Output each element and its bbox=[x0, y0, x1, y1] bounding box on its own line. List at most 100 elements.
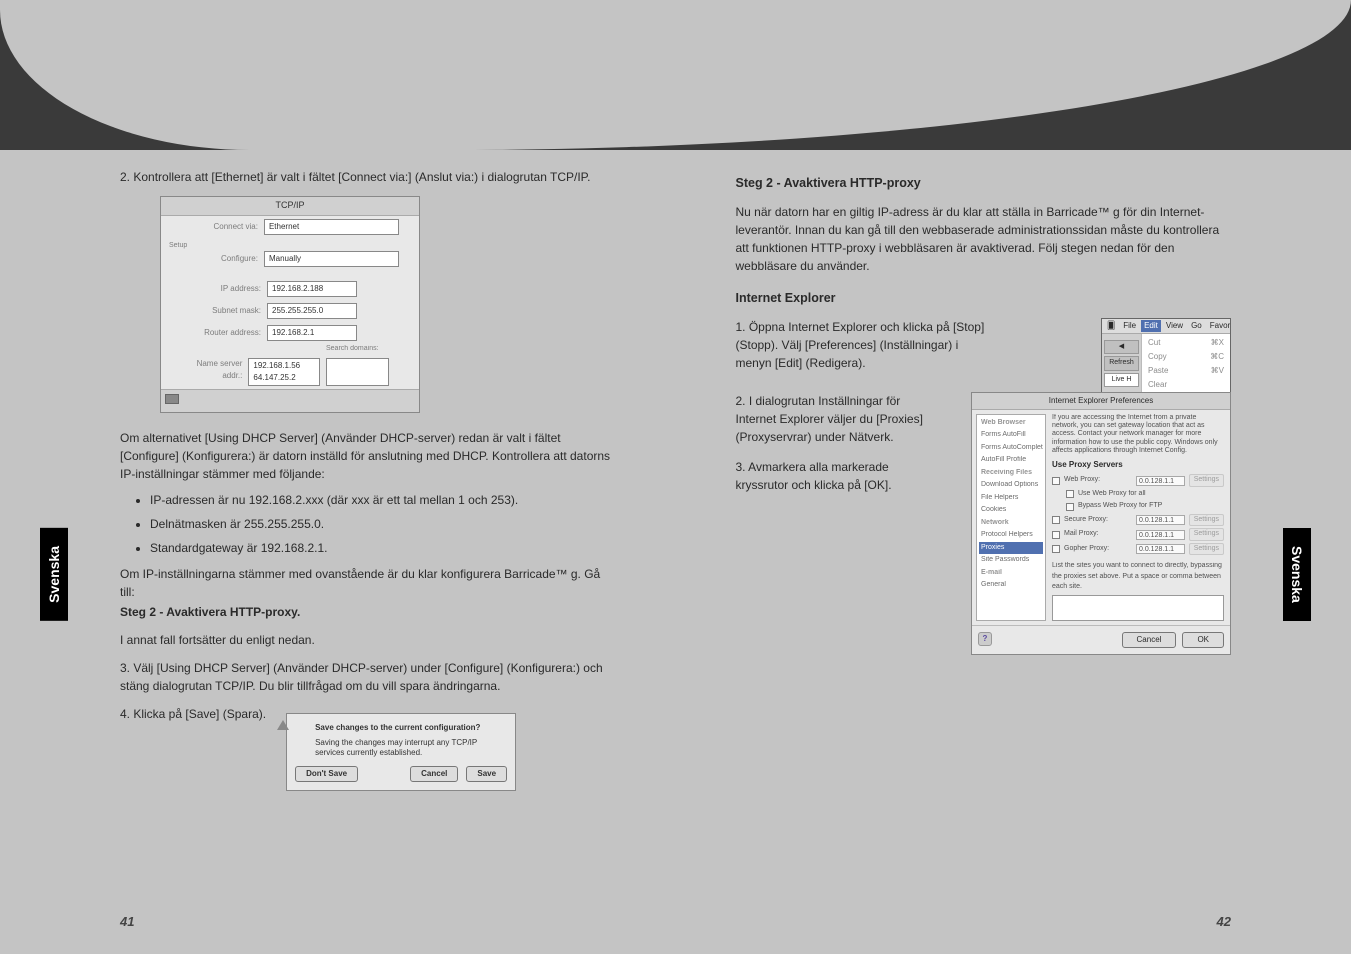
prefs-nav-item[interactable]: File Helpers bbox=[979, 492, 1043, 505]
gopher-proxy-label: Gopher Proxy: bbox=[1064, 544, 1132, 555]
checkbox-web-proxy[interactable] bbox=[1052, 477, 1060, 485]
mail-proxy-settings-button[interactable]: Settings bbox=[1189, 528, 1224, 541]
prefs-nav-item[interactable]: Cookies bbox=[979, 504, 1043, 517]
prefs-nav-item[interactable]: Protocol Helpers bbox=[979, 529, 1043, 542]
language-tab-left: Svenska bbox=[40, 528, 68, 621]
apple-icon: 🂠 bbox=[1104, 320, 1118, 332]
menubar: 🂠 File Edit View Go Favor bbox=[1102, 319, 1230, 334]
right-step-3: 3. Avmarkera alla markerade kryssrutor o… bbox=[736, 458, 936, 494]
page-number-right: 42 bbox=[1217, 914, 1231, 929]
prefs-nav-item[interactable]: Forms AutoFill bbox=[979, 429, 1043, 442]
menu-clear[interactable]: Clear bbox=[1144, 378, 1228, 392]
prefs-nav-item[interactable]: General bbox=[979, 579, 1043, 592]
subnet-mask-value[interactable]: 255.255.255.0 bbox=[267, 303, 357, 319]
left-step-2: 2. Kontrollera att [Ethernet] är valt i … bbox=[120, 168, 616, 186]
menu-file[interactable]: File bbox=[1120, 320, 1139, 332]
web-proxy-field[interactable]: 0.0.128.1.1 bbox=[1136, 476, 1185, 486]
save-dialog-desc: Saving the changes may interrupt any TCP… bbox=[295, 738, 507, 759]
url-field[interactable]: Live H bbox=[1104, 373, 1139, 388]
secure-proxy-label: Secure Proxy: bbox=[1064, 515, 1132, 526]
configure-label: Configure: bbox=[181, 253, 258, 265]
menu-copy[interactable]: Copy⌘C bbox=[1144, 350, 1228, 364]
save-dialog-heading: Save changes to the current configuratio… bbox=[295, 722, 507, 734]
menu-favor[interactable]: Favor bbox=[1207, 320, 1233, 332]
refresh-button[interactable]: Refresh bbox=[1104, 356, 1139, 371]
router-address-label: Router address: bbox=[181, 327, 261, 339]
connect-via-value[interactable]: Ethernet bbox=[264, 219, 399, 235]
right-intro: Nu när datorn har en giltig IP-adress är… bbox=[736, 203, 1232, 275]
left-step-4: 4. Klicka på [Save] (Spara). bbox=[120, 705, 266, 723]
use-web-proxy-all-row: Use Web Proxy for all bbox=[1052, 489, 1224, 500]
prefs-ok-button[interactable]: OK bbox=[1182, 632, 1224, 648]
checkbox-secure[interactable] bbox=[1052, 516, 1060, 524]
use-all-label: Use Web Proxy for all bbox=[1078, 489, 1146, 500]
prefs-cat-network: Network bbox=[979, 517, 1043, 530]
menu-edit[interactable]: Edit bbox=[1141, 320, 1161, 332]
prefs-nav-proxies[interactable]: Proxies bbox=[979, 542, 1043, 555]
help-icon[interactable]: ? bbox=[978, 632, 992, 646]
checkbox-ftp[interactable] bbox=[1066, 503, 1074, 511]
left-para-2-bold: Steg 2 - Avaktivera HTTP-proxy. bbox=[120, 603, 616, 621]
web-proxy-label: Web Proxy: bbox=[1064, 475, 1132, 486]
prefs-main: If you are accessing the Internet from a… bbox=[1050, 410, 1230, 625]
prefs-cat-browser: Web Browser bbox=[979, 417, 1043, 430]
mail-proxy-row: Mail Proxy: 0.0.128.1.1 Settings bbox=[1052, 528, 1224, 541]
prefs-nav-item[interactable]: Download Options bbox=[979, 479, 1043, 492]
prefs-title: Internet Explorer Preferences bbox=[972, 393, 1230, 410]
left-para-3: I annat fall fortsätter du enligt nedan. bbox=[120, 631, 616, 649]
cancel-button[interactable]: Cancel bbox=[410, 766, 458, 782]
mail-proxy-label: Mail Proxy: bbox=[1064, 529, 1132, 540]
page-number-left: 41 bbox=[120, 914, 134, 929]
ip-address-value[interactable]: 192.168.2.188 bbox=[267, 281, 357, 297]
save-dialog-figure: Save changes to the current configuratio… bbox=[286, 713, 516, 792]
bullet-ip: IP-adressen är nu 192.168.2.xxx (där xxx… bbox=[150, 491, 616, 509]
bullet-gateway: Standardgateway är 192.168.2.1. bbox=[150, 539, 616, 557]
setup-label: Setup bbox=[169, 241, 187, 252]
subnet-mask-label: Subnet mask: bbox=[181, 305, 261, 317]
web-proxy-settings-button[interactable]: Settings bbox=[1189, 474, 1224, 487]
checkbox-gopher[interactable] bbox=[1052, 545, 1060, 553]
connect-via-label: Connect via: bbox=[181, 221, 258, 233]
search-domains-field[interactable] bbox=[326, 358, 389, 386]
bypass-desc: List the sites you want to connect to di… bbox=[1052, 561, 1224, 593]
language-tab-right: Svenska bbox=[1283, 528, 1311, 621]
prefs-nav-item[interactable]: Site Passwords bbox=[979, 554, 1043, 567]
prefs-section-title: Use Proxy Servers bbox=[1052, 459, 1224, 471]
left-step-3: 3. Välj [Using DHCP Server] (Använder DH… bbox=[120, 659, 616, 695]
dont-save-button[interactable]: Don't Save bbox=[295, 766, 358, 782]
checkbox-all[interactable] bbox=[1066, 490, 1074, 498]
prefs-nav-item[interactable]: AutoFill Profile bbox=[979, 454, 1043, 467]
menu-paste[interactable]: Paste⌘V bbox=[1144, 364, 1228, 378]
save-button[interactable]: Save bbox=[466, 766, 507, 782]
mail-proxy-field[interactable]: 0.0.128.1.1 bbox=[1136, 530, 1185, 540]
ip-address-label: IP address: bbox=[181, 283, 261, 295]
tcpip-footer bbox=[161, 389, 419, 412]
dns-value[interactable]: 192.168.1.56 64.147.25.2 bbox=[248, 358, 319, 386]
search-domains-label: Search domains: bbox=[161, 344, 419, 355]
menu-cut[interactable]: Cut⌘X bbox=[1144, 336, 1228, 350]
router-address-value[interactable]: 192.168.2.1 bbox=[267, 325, 357, 341]
gopher-proxy-row: Gopher Proxy: 0.0.128.1.1 Settings bbox=[1052, 543, 1224, 556]
info-icon[interactable] bbox=[165, 394, 179, 404]
secure-proxy-settings-button[interactable]: Settings bbox=[1189, 514, 1224, 527]
left-para-2: Om IP-inställningarna stämmer med ovanst… bbox=[120, 565, 616, 601]
gopher-proxy-field[interactable]: 0.0.128.1.1 bbox=[1136, 544, 1185, 554]
tcpip-dialog-figure: TCP/IP Connect via: Ethernet Setup Confi… bbox=[160, 196, 420, 413]
gopher-proxy-settings-button[interactable]: Settings bbox=[1189, 543, 1224, 556]
secure-proxy-row: Secure Proxy: 0.0.128.1.1 Settings bbox=[1052, 514, 1224, 527]
dns-label: Name server addr.: bbox=[181, 358, 242, 382]
back-button[interactable]: ◀ bbox=[1104, 340, 1139, 355]
ie-title: Internet Explorer bbox=[736, 289, 1232, 308]
prefs-cancel-button[interactable]: Cancel bbox=[1122, 632, 1177, 648]
left-para-1: Om alternativet [Using DHCP Server] (Anv… bbox=[120, 429, 616, 483]
checkbox-mail[interactable] bbox=[1052, 531, 1060, 539]
bullet-subnet: Delnätmasken är 255.255.255.0. bbox=[150, 515, 616, 533]
prefs-nav-item[interactable]: Forms AutoComplete bbox=[979, 442, 1043, 455]
menu-view[interactable]: View bbox=[1163, 320, 1186, 332]
right-step-1: 1. Öppna Internet Explorer och klicka på… bbox=[736, 318, 996, 372]
bypass-field[interactable] bbox=[1052, 595, 1224, 621]
secure-proxy-field[interactable]: 0.0.128.1.1 bbox=[1136, 515, 1185, 525]
menu-go[interactable]: Go bbox=[1188, 320, 1205, 332]
prefs-cat-files: Receiving Files bbox=[979, 467, 1043, 480]
configure-value[interactable]: Manually bbox=[264, 251, 399, 267]
